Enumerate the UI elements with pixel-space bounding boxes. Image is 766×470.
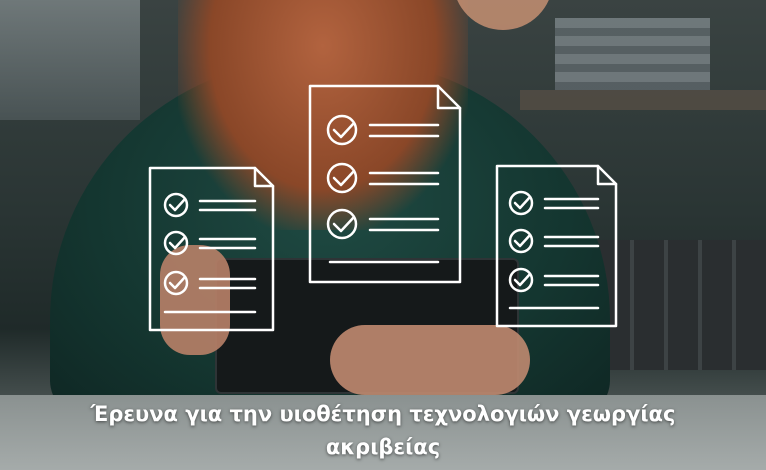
image-caption: Έρευνα για την υιοθέτηση τεχνολογιών γεω… — [0, 398, 766, 464]
caption-line-1: Έρευνα για την υιοθέτηση τεχνολογιών γεω… — [90, 402, 676, 426]
caption-line-2: ακριβείας — [325, 435, 441, 459]
checklist-document-icon — [148, 166, 275, 332]
checklist-document-icon — [308, 84, 462, 284]
checklist-document-icon — [495, 164, 618, 328]
photo-scene: Έρευνα για την υιοθέτηση τεχνολογιών γεω… — [0, 0, 766, 470]
